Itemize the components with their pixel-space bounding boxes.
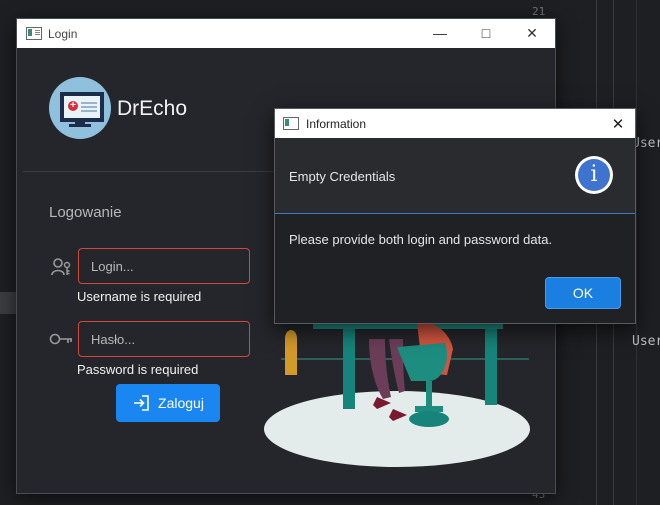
- password-input[interactable]: [78, 321, 250, 357]
- line-number: 21: [532, 5, 546, 18]
- login-button[interactable]: Zaloguj: [116, 384, 220, 422]
- dialog-header: Empty Credentials i: [275, 138, 635, 214]
- ok-button[interactable]: OK: [545, 277, 621, 309]
- ide-strip: [0, 292, 16, 314]
- username-error: Username is required: [77, 289, 202, 304]
- close-icon[interactable]: ✕: [601, 115, 635, 133]
- username-input[interactable]: [78, 248, 250, 284]
- dialog-header-text: Empty Credentials: [289, 169, 396, 184]
- login-button-label: Zaloguj: [158, 395, 204, 411]
- user-key-icon: [51, 258, 71, 276]
- login-arrow-icon: [134, 395, 149, 411]
- minimize-icon[interactable]: —: [417, 19, 463, 48]
- dialog-content: Please provide both login and password d…: [289, 232, 553, 247]
- maximize-icon[interactable]: □: [463, 19, 509, 48]
- close-icon[interactable]: ✕: [509, 19, 555, 48]
- code-text: User: [632, 334, 660, 349]
- window-title: Login: [48, 26, 78, 41]
- dialog-title: Information: [306, 116, 367, 131]
- code-text: User: [632, 136, 660, 151]
- info-icon: i: [575, 156, 613, 194]
- information-dialog: Information ✕ Empty Credentials i Please…: [274, 108, 636, 324]
- login-titlebar[interactable]: Login — □ ✕: [17, 19, 555, 48]
- app-icon: [26, 27, 42, 40]
- ide-divider: [636, 0, 637, 505]
- password-error: Password is required: [77, 362, 199, 377]
- dialog-titlebar[interactable]: Information ✕: [275, 109, 635, 138]
- brand-name: DrEcho: [117, 97, 188, 120]
- key-icon: [49, 333, 72, 345]
- section-title: Logowanie: [49, 204, 122, 221]
- app-icon: [283, 117, 299, 130]
- logo: +: [49, 77, 111, 139]
